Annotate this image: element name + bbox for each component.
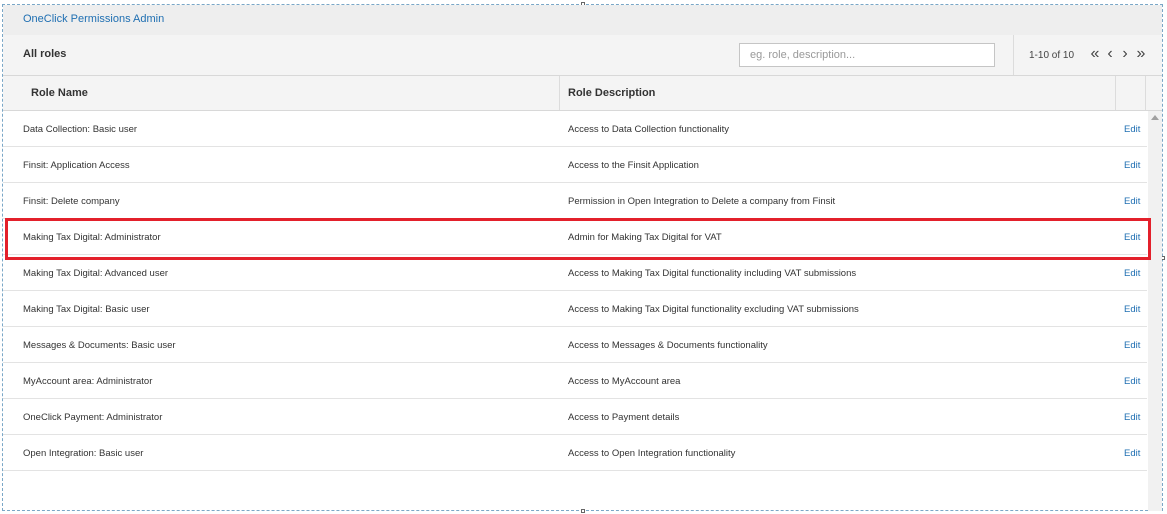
edit-link[interactable]: Edit: [1124, 124, 1140, 135]
column-header-role-description[interactable]: Role Description: [568, 87, 655, 99]
vertical-scrollbar[interactable]: [1148, 111, 1162, 511]
last-page-icon[interactable]: »: [1134, 44, 1148, 64]
role-name: OneClick Payment: Administrator: [23, 412, 163, 423]
edit-link[interactable]: Edit: [1124, 304, 1140, 315]
column-header-role-name[interactable]: Role Name: [31, 87, 88, 99]
table-row[interactable]: Finsit: Delete company Permission in Ope…: [3, 183, 1147, 219]
role-name: Data Collection: Basic user: [23, 124, 138, 135]
section-heading: All roles: [23, 48, 67, 60]
table-row[interactable]: Making Tax Digital: Administrator Admin …: [3, 219, 1147, 255]
table-row[interactable]: Finsit: Application Access Access to the…: [3, 147, 1147, 183]
table-row[interactable]: MyAccount area: Administrator Access to …: [3, 363, 1147, 399]
role-name: Finsit: Application Access: [23, 160, 130, 171]
pagination-info: 1-10 of 10: [1029, 50, 1075, 61]
role-description: Permission in Open Integration to Delete…: [568, 196, 836, 207]
edit-link[interactable]: Edit: [1124, 340, 1140, 351]
table-row[interactable]: Data Collection: Basic user Access to Da…: [3, 111, 1147, 147]
role-description: Access to Data Collection functionality: [568, 124, 730, 135]
role-name: Making Tax Digital: Advanced user: [23, 268, 169, 279]
role-name: MyAccount area: Administrator: [23, 376, 153, 387]
role-description: Access to the Finsit Application: [568, 160, 699, 171]
app-header: OneClick Permissions Admin: [3, 5, 1162, 35]
edit-link[interactable]: Edit: [1124, 376, 1140, 387]
edit-link[interactable]: Edit: [1124, 232, 1140, 243]
edit-link[interactable]: Edit: [1124, 268, 1140, 279]
toolbar-divider: [1013, 35, 1014, 75]
roles-toolbar: All roles 1-10 of 10 « ‹ › »: [3, 35, 1162, 76]
edit-link[interactable]: Edit: [1124, 160, 1140, 171]
role-description: Access to Messages & Documents functiona…: [568, 340, 768, 351]
table-row[interactable]: Making Tax Digital: Advanced user Access…: [3, 255, 1147, 291]
role-description: Access to Payment details: [568, 412, 680, 423]
table-header: Role Name Role Description: [3, 76, 1162, 111]
role-description: Admin for Making Tax Digital for VAT: [568, 232, 722, 243]
prev-page-icon[interactable]: ‹: [1103, 44, 1117, 64]
roles-table-body: Data Collection: Basic user Access to Da…: [3, 111, 1147, 471]
role-description: Access to Making Tax Digital functionali…: [568, 304, 859, 315]
role-description: Access to Open Integration functionality: [568, 448, 736, 459]
column-divider: [1115, 76, 1116, 110]
table-row[interactable]: Open Integration: Basic user Access to O…: [3, 435, 1147, 471]
edit-link[interactable]: Edit: [1124, 412, 1140, 423]
first-page-icon[interactable]: «: [1088, 44, 1102, 64]
next-page-icon[interactable]: ›: [1118, 44, 1132, 64]
scroll-up-arrow-icon[interactable]: [1151, 115, 1159, 120]
role-description: Access to MyAccount area: [568, 376, 681, 387]
role-name: Open Integration: Basic user: [23, 448, 144, 459]
edit-link[interactable]: Edit: [1124, 196, 1140, 207]
table-row[interactable]: Messages & Documents: Basic user Access …: [3, 327, 1147, 363]
role-name: Messages & Documents: Basic user: [23, 340, 176, 351]
resize-handle-bottom[interactable]: [581, 509, 585, 513]
column-divider: [559, 76, 560, 110]
role-name: Making Tax Digital: Administrator: [23, 232, 161, 243]
app-title[interactable]: OneClick Permissions Admin: [23, 13, 164, 25]
column-divider: [1145, 76, 1146, 110]
role-name: Finsit: Delete company: [23, 196, 120, 207]
edit-link[interactable]: Edit: [1124, 448, 1140, 459]
search-input[interactable]: [739, 43, 995, 67]
table-row[interactable]: Making Tax Digital: Basic user Access to…: [3, 291, 1147, 327]
table-row[interactable]: OneClick Payment: Administrator Access t…: [3, 399, 1147, 435]
role-name: Making Tax Digital: Basic user: [23, 304, 150, 315]
role-description: Access to Making Tax Digital functionali…: [568, 268, 857, 279]
